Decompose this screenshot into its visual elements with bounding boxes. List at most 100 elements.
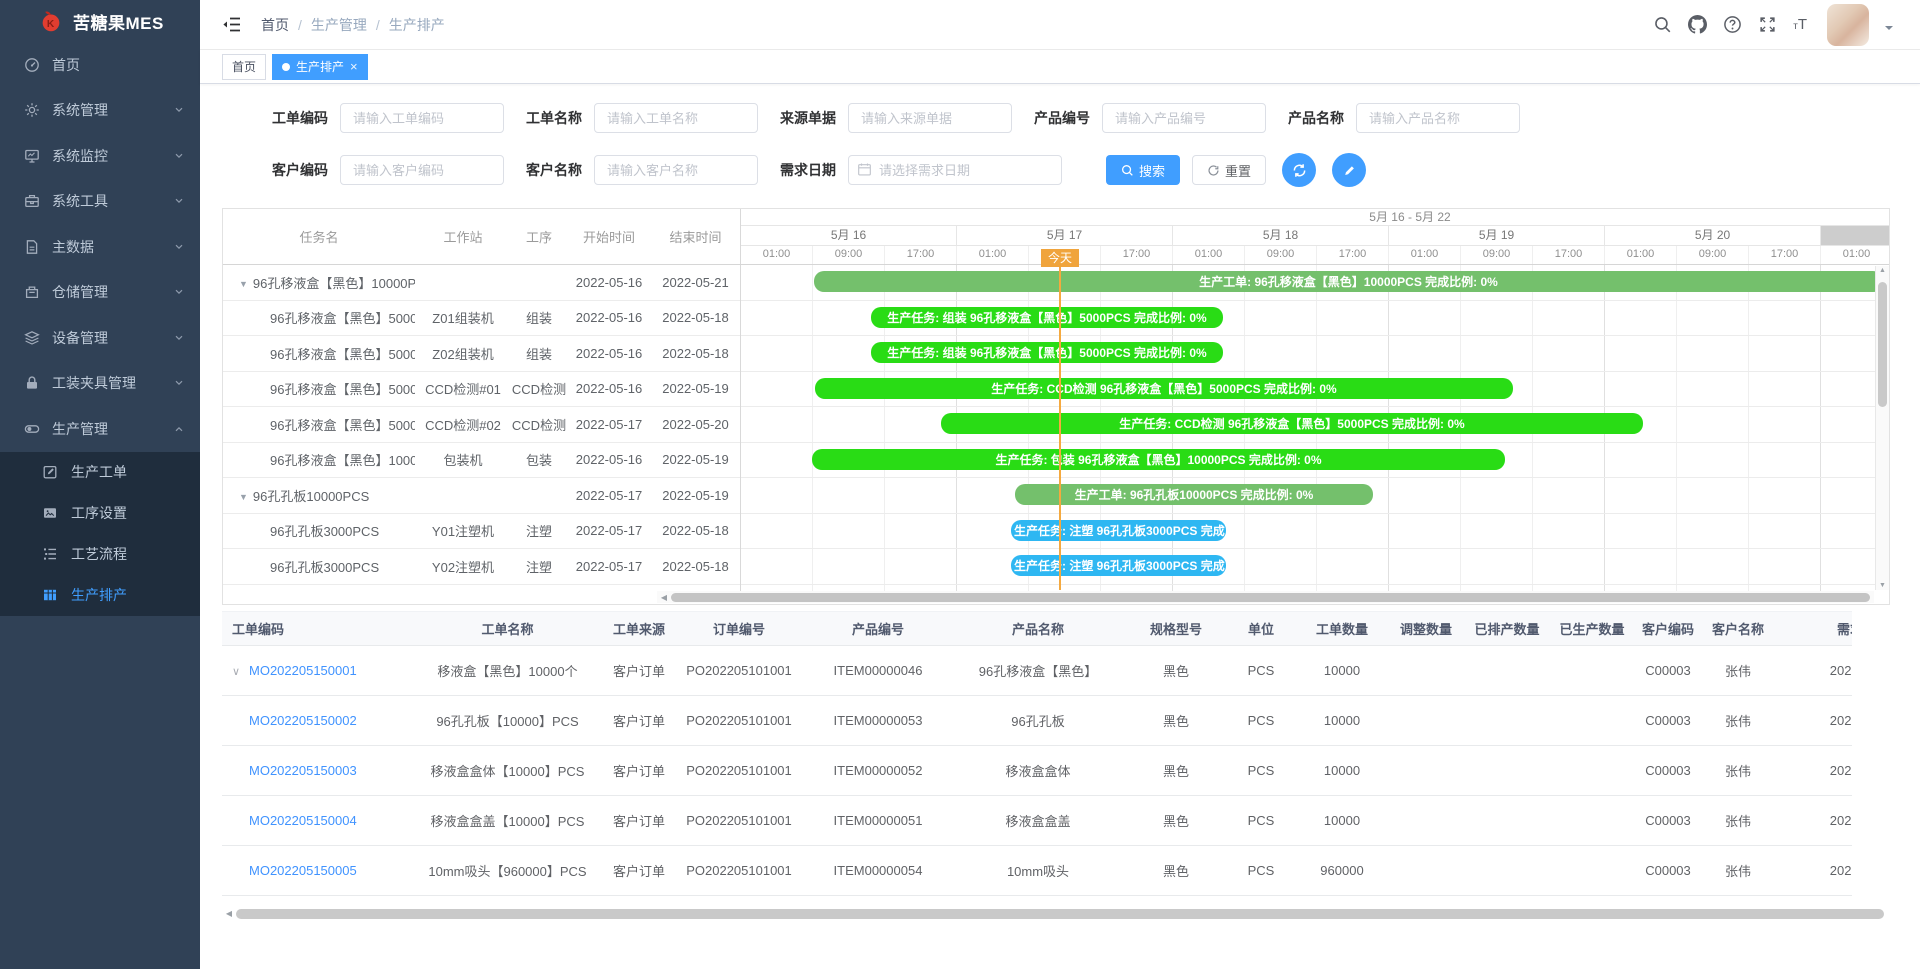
orders-column-header[interactable]: 已排产数量 <box>1458 612 1556 646</box>
horizontal-scroll-thumb[interactable] <box>671 593 1870 602</box>
orders-column-header[interactable]: 已生产数量 <box>1556 612 1628 646</box>
gantt-bar[interactable]: 生产工单: 96孔孔板10000PCS 完成比例: 0% <box>1015 484 1373 505</box>
table-horizontal-scrollbar[interactable]: ◀ <box>222 908 1884 919</box>
expand-caret-icon[interactable]: ▼ <box>239 279 248 289</box>
scroll-left-arrow-icon[interactable]: ◀ <box>222 909 236 918</box>
orders-column-header[interactable]: 工单名称 <box>415 612 600 646</box>
sidebar-item-fixtures[interactable]: 工装夹具管理 <box>0 361 200 407</box>
customer-name-input[interactable] <box>594 155 758 185</box>
user-menu-caret-icon[interactable] <box>1885 26 1893 34</box>
gantt-bar[interactable]: 生产工单: 96孔移液盒【黑色】10000PCS 完成比例: 0% <box>814 271 1883 292</box>
row-expand-caret-icon[interactable]: ∨ <box>232 665 249 678</box>
sidebar-item-system-mgmt[interactable]: 系统管理 <box>0 88 200 134</box>
gantt-vertical-scrollbar[interactable]: ▲ ▼ <box>1875 266 1889 590</box>
col-end-time: 结束时间 <box>651 227 740 246</box>
order-row[interactable]: MO202205150002 96孔孔板【10000】PCS 客户订单 PO20… <box>222 696 1852 746</box>
gantt-horizontal-scrollbar[interactable]: ◀ <box>657 591 1874 603</box>
reset-button[interactable]: 重置 <box>1192 155 1266 185</box>
search-icon[interactable] <box>1653 15 1672 34</box>
order-row[interactable]: MO202205150005 10mm吸头【960000】PCS 客户订单 PO… <box>222 846 1852 896</box>
scroll-down-arrow-icon[interactable]: ▼ <box>1876 582 1889 589</box>
order-row[interactable]: MO202205150003 移液盒盒体【10000】PCS 客户订单 PO20… <box>222 746 1852 796</box>
sidebar-collapse-icon[interactable] <box>222 16 241 33</box>
sidebar-item-master-data[interactable]: 主数据 <box>0 224 200 270</box>
search-button-label: 搜索 <box>1139 161 1165 180</box>
orders-column-header[interactable]: 产品编号 <box>800 612 956 646</box>
gantt-task-row[interactable]: ▼96孔移液盒【黑色】10000PCS 2022-05-16 2022-05-2… <box>223 265 740 301</box>
horizontal-scroll-thumb[interactable] <box>236 909 1884 919</box>
gantt-bar[interactable]: 生产任务: CCD检测 96孔移液盒【黑色】5000PCS 完成比例: 0% <box>941 413 1643 434</box>
breadcrumb-home[interactable]: 首页 <box>261 15 289 35</box>
work-order-name-input[interactable] <box>594 103 758 133</box>
sidebar-item-home[interactable]: 首页 <box>0 42 200 88</box>
work-orders-table: 工单编码 工单名称 工单来源 订单编号 产品编号 产品名称 规格型号 <box>222 611 1852 896</box>
product-name-input[interactable] <box>1356 103 1520 133</box>
work-order-code-link[interactable]: MO202205150005 <box>249 863 357 878</box>
gantt-bar[interactable]: 生产任务: 注塑 96孔孔板3000PCS 完成比例: 0% <box>1011 520 1226 541</box>
gantt-bar[interactable]: 生产任务: 包装 96孔移液盒【黑色】10000PCS 完成比例: 0% <box>812 449 1505 470</box>
sidebar-item-work-orders[interactable]: 生产工单 <box>0 452 200 493</box>
gantt-bar[interactable]: 生产任务: CCD检测 96孔移液盒【黑色】5000PCS 完成比例: 0% <box>815 378 1513 399</box>
scroll-up-arrow-icon[interactable]: ▲ <box>1876 267 1889 274</box>
vertical-scroll-thumb[interactable] <box>1878 282 1887 407</box>
orders-column-header[interactable]: 产品名称 <box>956 612 1120 646</box>
orders-column-header[interactable]: 订单编号 <box>678 612 800 646</box>
avatar[interactable] <box>1827 4 1869 46</box>
gantt-task-row[interactable]: 96孔孔板3000PCS Y02注塑机 注塑 2022-05-17 2022-0… <box>223 549 740 585</box>
customer-code-input[interactable] <box>340 155 504 185</box>
edit-schedule-button[interactable] <box>1332 153 1366 187</box>
orders-column-header[interactable]: 调整数量 <box>1394 612 1458 646</box>
orders-column-header[interactable]: 客户名称 <box>1708 612 1768 646</box>
gantt-task-row[interactable]: 96孔移液盒【黑色】5000PCS CCD检测#02 CCD检测 2022-05… <box>223 407 740 443</box>
gantt-task-row[interactable]: 96孔移液盒【黑色】5000PCS CCD检测#01 CCD检测 2022-05… <box>223 372 740 408</box>
work-order-code-link[interactable]: MO202205150002 <box>249 713 357 728</box>
orders-column-header[interactable]: 工单编码 <box>222 612 415 646</box>
work-order-code-link[interactable]: MO202205150003 <box>249 763 357 778</box>
work-order-code-link[interactable]: MO202205150004 <box>249 813 357 828</box>
sidebar-item-equipment[interactable]: 设备管理 <box>0 315 200 361</box>
fullscreen-icon[interactable] <box>1758 15 1777 34</box>
order-row[interactable]: ∨MO202205150001 移液盒【黑色】10000个 客户订单 PO202… <box>222 646 1852 696</box>
source-doc-input[interactable] <box>848 103 1012 133</box>
refresh-schedule-button[interactable] <box>1282 153 1316 187</box>
orders-column-header[interactable]: 规格型号 <box>1120 612 1232 646</box>
gantt-task-row[interactable]: 96孔孔板3000PCS Y01注塑机 注塑 2022-05-17 2022-0… <box>223 514 740 550</box>
gantt-task-row[interactable]: 96孔移液盒【黑色】5000PCS Z02组装机 组装 2022-05-16 2… <box>223 336 740 372</box>
sidebar-item-process-setup[interactable]: 工序设置 <box>0 493 200 534</box>
order-row[interactable]: MO202205150004 移液盒盒盖【10000】PCS 客户订单 PO20… <box>222 796 1852 846</box>
help-icon[interactable] <box>1723 15 1742 34</box>
sidebar-item-system-monitor[interactable]: 系统监控 <box>0 133 200 179</box>
orders-column-header[interactable]: 客户编码 <box>1628 612 1708 646</box>
task-name-cell: ▼96孔孔板10000PCS <box>223 486 415 505</box>
font-size-icon[interactable]: тT <box>1793 17 1807 32</box>
scroll-left-arrow-icon[interactable]: ◀ <box>657 593 671 602</box>
sidebar-item-warehouse[interactable]: 仓储管理 <box>0 270 200 316</box>
orders-column-header[interactable]: 工单数量 <box>1290 612 1394 646</box>
expand-caret-icon[interactable]: ▼ <box>239 492 248 502</box>
sidebar-item-system-tools[interactable]: 系统工具 <box>0 179 200 225</box>
product-code-input[interactable] <box>1102 103 1266 133</box>
work-order-code-input[interactable] <box>340 103 504 133</box>
tab-production-scheduling[interactable]: 生产排产 × <box>272 54 368 80</box>
sidebar-item-production-mgmt[interactable]: 生产管理 <box>0 406 200 452</box>
monitor-icon <box>24 148 40 164</box>
sidebar-item-production-scheduling[interactable]: 生产排产 <box>0 575 200 616</box>
work-order-code-link[interactable]: MO202205150001 <box>249 663 357 678</box>
orders-column-header[interactable]: 单位 <box>1232 612 1290 646</box>
orders-column-header[interactable]: 需求日期 <box>1768 612 1852 646</box>
search-button[interactable]: 搜索 <box>1106 155 1180 185</box>
gantt-task-row[interactable]: 96孔移液盒【黑色】10000PCS 包装机 包装 2022-05-16 202… <box>223 443 740 479</box>
gantt-bar[interactable]: 生产任务: 组装 96孔移液盒【黑色】5000PCS 完成比例: 0% <box>871 307 1223 328</box>
gantt-bar[interactable]: 生产任务: 组装 96孔移液盒【黑色】5000PCS 完成比例: 0% <box>871 342 1223 363</box>
app-logo[interactable]: K 苦糖果MES <box>0 0 200 42</box>
demand-date-input[interactable] <box>848 155 1062 185</box>
github-icon[interactable] <box>1688 15 1707 34</box>
tab-home[interactable]: 首页 <box>222 54 266 80</box>
breadcrumb-production-mgmt[interactable]: 生产管理 <box>311 15 367 35</box>
sidebar-item-process-flow[interactable]: 工艺流程 <box>0 534 200 575</box>
gantt-bar[interactable]: 生产任务: 注塑 96孔孔板3000PCS 完成比例: 0% <box>1011 555 1226 576</box>
close-icon[interactable]: × <box>350 60 358 73</box>
gantt-task-row[interactable]: ▼96孔孔板10000PCS 2022-05-17 2022-05-19 <box>223 478 740 514</box>
orders-column-header[interactable]: 工单来源 <box>600 612 678 646</box>
gantt-task-row[interactable]: 96孔移液盒【黑色】5000PCS Z01组装机 组装 2022-05-16 2… <box>223 301 740 337</box>
